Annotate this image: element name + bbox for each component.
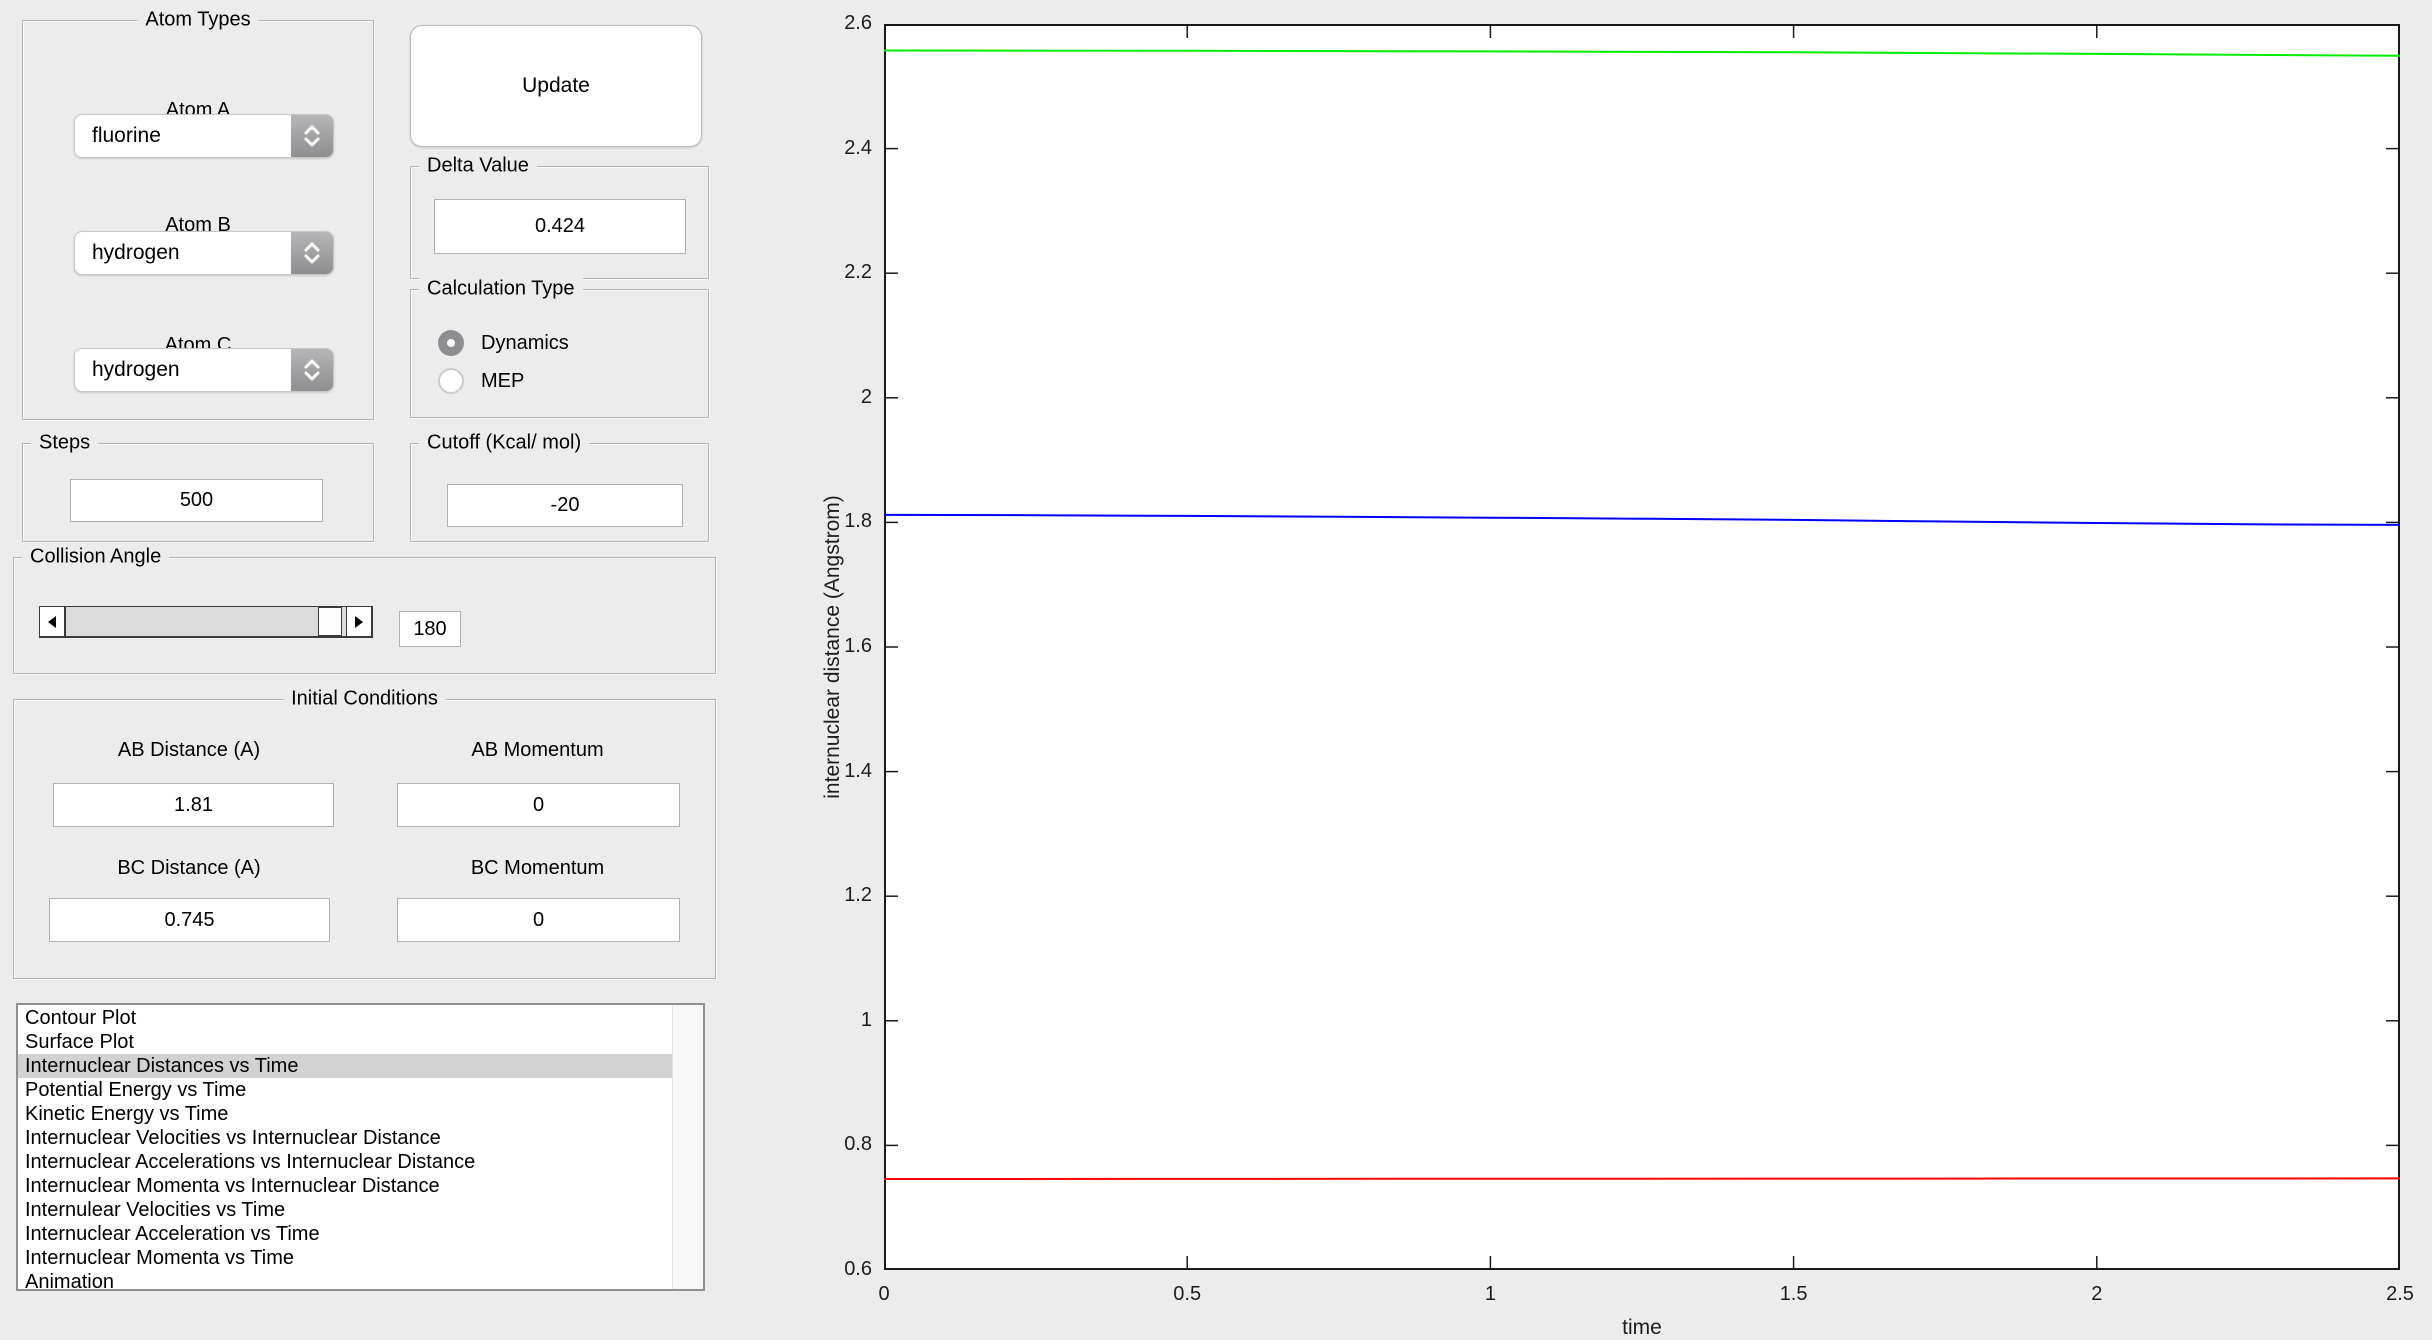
initial-conditions-title: Initial Conditions (283, 687, 446, 711)
atom-c-dropdown[interactable]: hydrogen (74, 348, 334, 392)
list-item[interactable]: Internuclear Momenta vs Internuclear Dis… (18, 1174, 672, 1198)
listbox-scrollbar[interactable] (672, 1005, 703, 1289)
x-tick-label: 2.5 (2386, 1283, 2414, 1305)
slider-thumb[interactable] (318, 607, 342, 636)
radio-mep-label: MEP (481, 369, 525, 392)
collision-angle-slider[interactable] (39, 606, 373, 638)
atom-types-panel-title: Atom Types (137, 8, 259, 32)
cutoff-panel: Cutoff (Kcal/ mol) -20 (410, 431, 709, 542)
y-tick-label: 0.8 (844, 1133, 872, 1156)
collision-angle-input[interactable]: 180 (399, 611, 461, 647)
plot-type-listbox[interactable]: Contour Plot Surface Plot Internuclear Dis… (16, 1003, 705, 1291)
steps-panel: Steps 500 (22, 431, 374, 542)
ab-distance-label: AB Distance (A) (117, 739, 261, 761)
collision-angle-panel: Collision Angle 180 (13, 545, 716, 674)
calculation-type-panel: Calculation Type Dynamics MEP (410, 277, 709, 418)
dropdown-chevrons-icon (291, 349, 333, 391)
x-tick-label: 1.5 (1779, 1283, 1808, 1305)
initial-conditions-panel: Initial Conditions AB Distance (A) AB Mo… (13, 687, 716, 979)
list-item[interactable]: Potential Energy vs Time (18, 1078, 672, 1102)
listbox-items: Contour Plot Surface Plot Internuclear Dis… (18, 1006, 672, 1289)
list-item[interactable]: Surface Plot (18, 1030, 672, 1054)
y-tick-label: 1.2 (844, 884, 872, 907)
y-tick-label: 2.2 (844, 261, 872, 284)
plot-canvas (884, 24, 2400, 1270)
y-tick-label: 1.6 (844, 635, 872, 657)
y-tick-label: 1.4 (844, 759, 872, 782)
list-item[interactable]: Internulear Velocities vs Time (18, 1198, 672, 1222)
series-line (884, 1177, 2400, 1180)
radio-dynamics-label: Dynamics (481, 331, 569, 354)
right-triangle-icon (355, 615, 363, 628)
y-tick-label: 2.6 (844, 12, 872, 34)
list-item[interactable]: Internuclear Distances vs Time (18, 1054, 672, 1078)
slider-right-arrow-button[interactable] (346, 606, 373, 638)
delta-value-input[interactable]: 0.424 (434, 199, 686, 254)
calculation-type-title: Calculation Type (419, 277, 583, 301)
cutoff-title: Cutoff (Kcal/ mol) (419, 431, 590, 455)
bc-distance-label: BC Distance (A) (117, 857, 261, 879)
y-tick-label: 2.4 (844, 136, 872, 159)
slider-track[interactable] (66, 606, 346, 638)
list-item[interactable]: Contour Plot (18, 1006, 672, 1030)
atom-types-panel: Atom Types Atom A fluorine Atom B hydrog… (22, 8, 374, 420)
list-item[interactable]: Kinetic Energy vs Time (18, 1102, 672, 1126)
atom-c-selected-value: hydrogen (92, 358, 180, 381)
x-tick-label: 1 (1484, 1283, 1496, 1305)
list-item[interactable]: Internuclear Acceleration vs Time (18, 1222, 672, 1246)
radio-dynamics[interactable]: Dynamics (438, 330, 569, 356)
cutoff-input[interactable]: -20 (447, 484, 683, 527)
radio-button-icon[interactable] (438, 368, 464, 394)
ab-distance-input[interactable]: 1.81 (53, 783, 334, 827)
x-tick-label: 0 (878, 1283, 890, 1305)
x-tick-label: 0.5 (1173, 1283, 1202, 1305)
collision-angle-title: Collision Angle (22, 545, 170, 569)
left-triangle-icon (48, 615, 56, 628)
bc-momentum-input[interactable]: 0 (397, 898, 680, 942)
ab-momentum-input[interactable]: 0 (397, 783, 680, 827)
atom-a-dropdown[interactable]: fluorine (74, 114, 334, 158)
atom-b-dropdown[interactable]: hydrogen (74, 231, 334, 275)
y-tick-label: 0.6 (844, 1258, 872, 1280)
dropdown-chevrons-icon (291, 115, 333, 157)
list-item[interactable]: Internuclear Momenta vs Time (18, 1246, 672, 1270)
radio-button-icon[interactable] (438, 330, 464, 356)
ab-momentum-label: AB Momentum (471, 739, 604, 761)
list-item[interactable]: Internuclear Velocities vs Internuclear … (18, 1126, 672, 1150)
plot-axes: A-B bond distance (Ang)B-C bond distance… (884, 24, 2400, 1270)
bc-momentum-label: BC Momentum (470, 857, 605, 879)
list-item[interactable]: Internuclear Accelerations vs Internucle… (18, 1150, 672, 1174)
slider-left-arrow-button[interactable] (39, 606, 66, 638)
y-tick-label: 1.8 (844, 510, 872, 533)
steps-input[interactable]: 500 (70, 479, 323, 522)
delta-value-panel: Delta Value 0.424 (410, 154, 709, 279)
dropdown-chevrons-icon (291, 232, 333, 274)
steps-title: Steps (31, 431, 99, 455)
delta-value-title: Delta Value (419, 154, 537, 178)
x-tick-label: 2 (2091, 1283, 2103, 1305)
bc-distance-input[interactable]: 0.745 (49, 898, 330, 942)
atom-a-selected-value: fluorine (92, 124, 161, 147)
list-item[interactable]: Animation (18, 1270, 672, 1289)
x-axis-title: time (1622, 1316, 1662, 1339)
y-tick-label: 2 (860, 385, 872, 408)
atom-b-selected-value: hydrogen (92, 241, 180, 264)
update-button[interactable]: Update (410, 25, 702, 147)
matlab-figure: Atom Types Atom A fluorine Atom B hydrog… (0, 0, 2432, 1340)
radio-mep[interactable]: MEP (438, 368, 524, 394)
y-tick-label: 1 (860, 1008, 872, 1031)
